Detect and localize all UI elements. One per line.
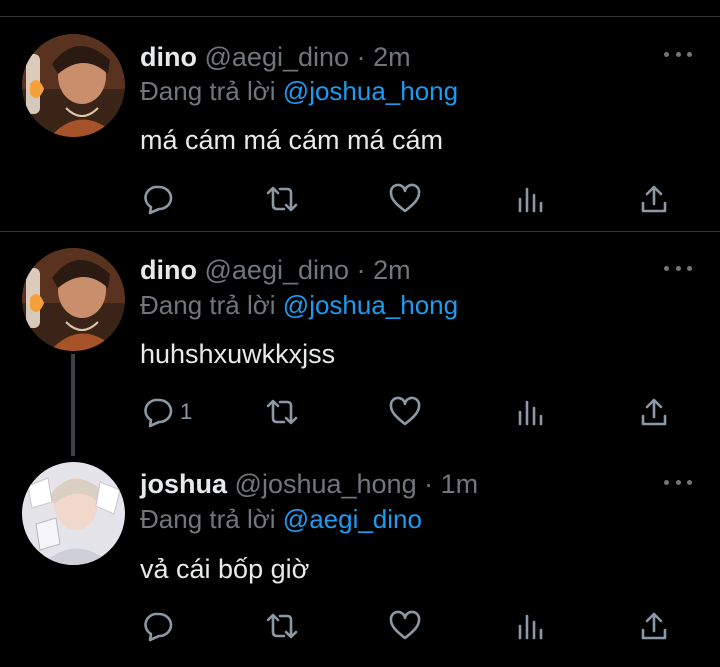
share-icon (641, 185, 667, 213)
tweet[interactable]: dino @aegi_dino · 2m Đang trả lời @joshu… (0, 232, 720, 456)
avatar[interactable] (22, 462, 125, 565)
timestamp[interactable]: 2m (373, 42, 411, 72)
reply-prefix: Đang trả lời (140, 76, 276, 106)
replying-to: Đang trả lời @joshua_hong (140, 75, 458, 107)
tweet[interactable]: joshua @joshua_hong · 1m Đang trả lời @a… (0, 446, 720, 667)
reply-button[interactable] (140, 610, 180, 642)
retweet-icon (266, 399, 298, 425)
views-icon (518, 614, 543, 640)
tweet-text: huhshxuwkkxjss (140, 339, 336, 369)
tweet-text: má cám má cám má cám (140, 125, 444, 155)
tweet-header: dino @aegi_dino · 2m (140, 41, 411, 73)
reply-button[interactable]: 1 (140, 396, 192, 428)
more-icon[interactable] (664, 49, 692, 59)
separator: · (356, 255, 366, 285)
share-icon (641, 398, 667, 426)
mention-link[interactable]: @aegi_dino (283, 504, 422, 534)
retweet-button[interactable] (264, 183, 300, 215)
handle[interactable]: @aegi_dino (205, 42, 350, 72)
thread-line (71, 354, 75, 456)
like-icon (389, 183, 421, 213)
replying-to: Đang trả lời @aegi_dino (140, 503, 422, 535)
reply-prefix: Đang trả lời (140, 504, 276, 534)
views-button[interactable] (516, 396, 546, 428)
like-icon (389, 610, 421, 640)
reply-button[interactable] (140, 183, 180, 215)
tweet-header: joshua @joshua_hong · 1m (140, 468, 478, 500)
handle[interactable]: @joshua_hong (235, 469, 417, 499)
reply-icon (144, 612, 173, 642)
more-icon[interactable] (664, 477, 692, 487)
like-button[interactable] (388, 183, 422, 215)
mention-link[interactable]: @joshua_hong (283, 290, 458, 320)
retweet-icon (266, 613, 298, 639)
share-button[interactable] (638, 396, 670, 428)
retweet-button[interactable] (264, 610, 300, 642)
retweet-button[interactable] (264, 396, 300, 428)
action-bar (140, 610, 680, 642)
share-button[interactable] (638, 183, 670, 215)
tweet[interactable]: dino @aegi_dino · 2m Đang trả lời @joshu… (0, 0, 720, 230)
mention-link[interactable]: @joshua_hong (283, 76, 458, 106)
separator: · (356, 42, 366, 72)
replying-to: Đang trả lời @joshua_hong (140, 289, 458, 321)
views-icon (518, 400, 543, 426)
avatar[interactable] (22, 248, 125, 351)
tweet-text: vả cái bốp giờ (140, 554, 310, 584)
more-icon[interactable] (664, 263, 692, 273)
views-icon (518, 187, 543, 213)
tweet-header: dino @aegi_dino · 2m (140, 254, 411, 286)
reply-count: 1 (180, 399, 193, 424)
share-icon (641, 612, 667, 640)
timestamp[interactable]: 1m (441, 469, 479, 499)
reply-icon (144, 398, 173, 428)
display-name[interactable]: dino (140, 255, 197, 285)
avatar[interactable] (22, 34, 125, 137)
display-name[interactable]: joshua (140, 469, 227, 499)
action-bar (140, 183, 680, 215)
like-button[interactable] (388, 396, 422, 428)
like-icon (389, 396, 421, 426)
action-bar: 1 (140, 396, 680, 428)
timestamp[interactable]: 2m (373, 255, 411, 285)
views-button[interactable] (516, 183, 546, 215)
views-button[interactable] (516, 610, 546, 642)
display-name[interactable]: dino (140, 42, 197, 72)
like-button[interactable] (388, 610, 422, 642)
reply-icon (144, 185, 173, 215)
separator: · (424, 469, 434, 499)
share-button[interactable] (638, 610, 670, 642)
retweet-icon (266, 186, 298, 212)
handle[interactable]: @aegi_dino (205, 255, 350, 285)
reply-prefix: Đang trả lời (140, 290, 276, 320)
